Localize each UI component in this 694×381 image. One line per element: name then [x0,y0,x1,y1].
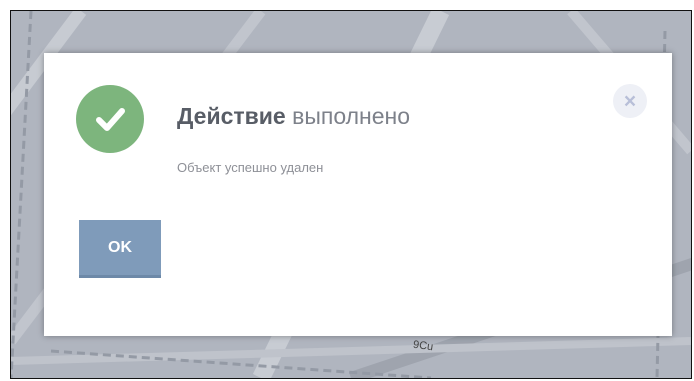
close-icon: × [623,89,637,113]
close-button[interactable]: × [613,84,647,118]
ok-button[interactable]: OK [79,220,161,278]
dialog-title-bold: Действие [177,103,286,129]
screen-frame: 9Cu Действие выполнено Объект успешно уд… [10,10,692,379]
dialog-title-rest: выполнено [292,103,411,129]
dialog-title: Действие выполнено [177,103,410,130]
dialog-message: Объект успешно удален [177,160,324,175]
check-circle-icon [76,85,144,153]
success-dialog: Действие выполнено Объект успешно удален… [44,53,672,336]
